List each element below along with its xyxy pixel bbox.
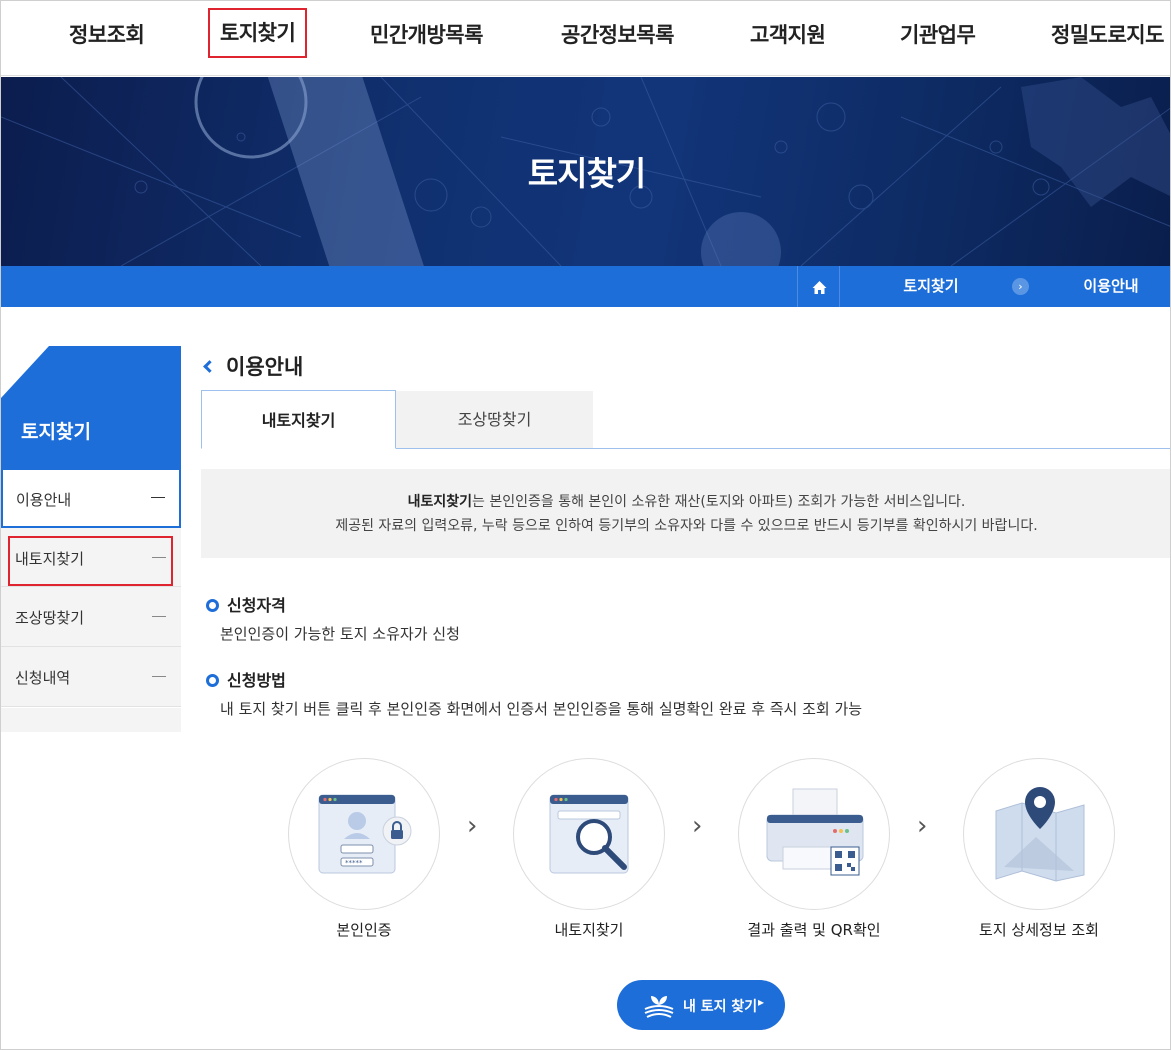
tab-my-land-search[interactable]: 내토지찾기 <box>201 390 396 449</box>
step-id-verification: ***** <box>288 758 440 910</box>
qualification-body: 본인인증이 가능한 토지 소유자가 신청 <box>220 625 460 643</box>
sidebar-item-application-history[interactable]: 신청내역 <box>1 647 181 707</box>
breadcrumb-item-land-search[interactable]: 토지찾기 <box>841 266 1021 307</box>
home-button[interactable] <box>797 266 840 307</box>
method-body: 내 토지 찾기 버튼 클릭 후 본인인증 화면에서 인증서 본인인증을 통해 실… <box>220 700 863 718</box>
nav-item-private-open-list[interactable]: 민간개방목록 <box>370 19 483 49</box>
step-label-id-verification: 본인인증 <box>336 921 392 939</box>
sidebar-item-label: 신청내역 <box>15 669 71 687</box>
hero-title: 토지찾기 <box>527 154 646 193</box>
id-verification-icon: ***** <box>318 794 412 874</box>
sidebar-footer <box>1 708 181 732</box>
bullet-icon <box>206 599 219 612</box>
highlight-box <box>8 536 173 586</box>
nav-item-land-search[interactable]: 토지찾기 <box>208 8 308 58</box>
minus-icon <box>151 497 165 498</box>
svg-text:*****: ***** <box>345 859 363 867</box>
breadcrumb: 토지찾기 › 이용안내 <box>1 266 1170 307</box>
sidebar-item-label: 조상땅찾기 <box>15 609 85 627</box>
section-title: 이용안내 <box>201 351 303 381</box>
my-land-search-button-label: 내 토지 찾기 <box>683 999 758 1015</box>
section-title-text: 이용안내 <box>226 355 304 379</box>
section-title-marker-icon <box>203 360 216 373</box>
caret-right-icon: ▸ <box>758 995 765 1009</box>
my-land-search-button[interactable]: 내 토지 찾기 ▸ <box>617 980 785 1030</box>
sidebar-item-usage-guide[interactable]: 이용안내 <box>1 468 181 528</box>
top-navigation: 정보조회 토지찾기 민간개방목록 공간정보목록 고객지원 기관업무 정밀도로지도 <box>1 1 1170 76</box>
minus-icon <box>152 676 166 677</box>
chevron-right-icon: › <box>1012 278 1029 295</box>
land-sprout-icon <box>644 996 674 1018</box>
step-label-land-detail: 토지 상세정보 조회 <box>979 921 1099 939</box>
service-notice: 내토지찾기는 본인인증을 통해 본인이 소유한 재산(토지와 아파트) 조회가 … <box>201 469 1170 558</box>
step-land-detail <box>963 758 1115 910</box>
qualification-heading: 신청자격 <box>206 592 286 616</box>
chevron-right-icon: › <box>692 811 703 841</box>
sidebar-header: 토지찾기 <box>1 346 181 468</box>
bullet-icon <box>206 674 219 687</box>
nav-item-agency-work[interactable]: 기관업무 <box>900 19 976 49</box>
qualification-title: 신청자격 <box>227 596 286 615</box>
minus-icon <box>152 616 166 617</box>
nav-item-info-lookup[interactable]: 정보조회 <box>69 19 145 49</box>
step-print-and-qr <box>738 758 890 910</box>
step-my-land-search <box>513 758 665 910</box>
nav-item-precise-road-map[interactable]: 정밀도로지도 <box>1051 19 1164 49</box>
sidebar-title: 토지찾기 <box>21 421 91 443</box>
hero-banner: 토지찾기 <box>1 77 1170 266</box>
map-pin-icon <box>995 787 1085 882</box>
printer-qr-icon <box>766 788 864 876</box>
sidebar-header-corner <box>1 346 49 398</box>
nav-item-customer-support[interactable]: 고객지원 <box>750 19 826 49</box>
page-frame: 정보조회 토지찾기 민간개방목록 공간정보목록 고객지원 기관업무 정밀도로지도 <box>0 0 1171 1050</box>
chevron-right-icon: › <box>467 811 478 841</box>
notice-line-1: 내토지찾기는 본인인증을 통해 본인이 소유한 재산(토지와 아파트) 조회가 … <box>201 490 1170 514</box>
home-icon <box>812 281 827 294</box>
tab-ancestor-land-search[interactable]: 조상땅찾기 <box>396 391 593 448</box>
method-title: 신청방법 <box>227 671 286 690</box>
nav-item-spatial-info-list[interactable]: 공간정보목록 <box>561 19 674 49</box>
step-label-print-and-qr: 결과 출력 및 QR확인 <box>747 921 881 939</box>
notice-bold-term: 내토지찾기 <box>407 494 473 510</box>
method-heading: 신청방법 <box>206 667 286 691</box>
magnifier-window-icon <box>549 794 629 874</box>
notice-line-2: 제공된 자료의 입력오류, 누락 등으로 인하여 등기부의 소유자와 다를 수 … <box>335 518 1038 534</box>
step-label-my-land-search: 내토지찾기 <box>554 921 624 939</box>
sidebar-item-label: 이용안내 <box>16 491 72 509</box>
sidebar-item-ancestor-land-search[interactable]: 조상땅찾기 <box>1 587 181 647</box>
breadcrumb-item-usage-guide[interactable]: 이용안내 <box>1031 266 1170 307</box>
notice-line-1-text: 는 본인인증을 통해 본인이 소유한 재산(토지와 아파트) 조회가 가능한 서… <box>472 494 966 510</box>
chevron-right-icon: › <box>917 811 928 841</box>
